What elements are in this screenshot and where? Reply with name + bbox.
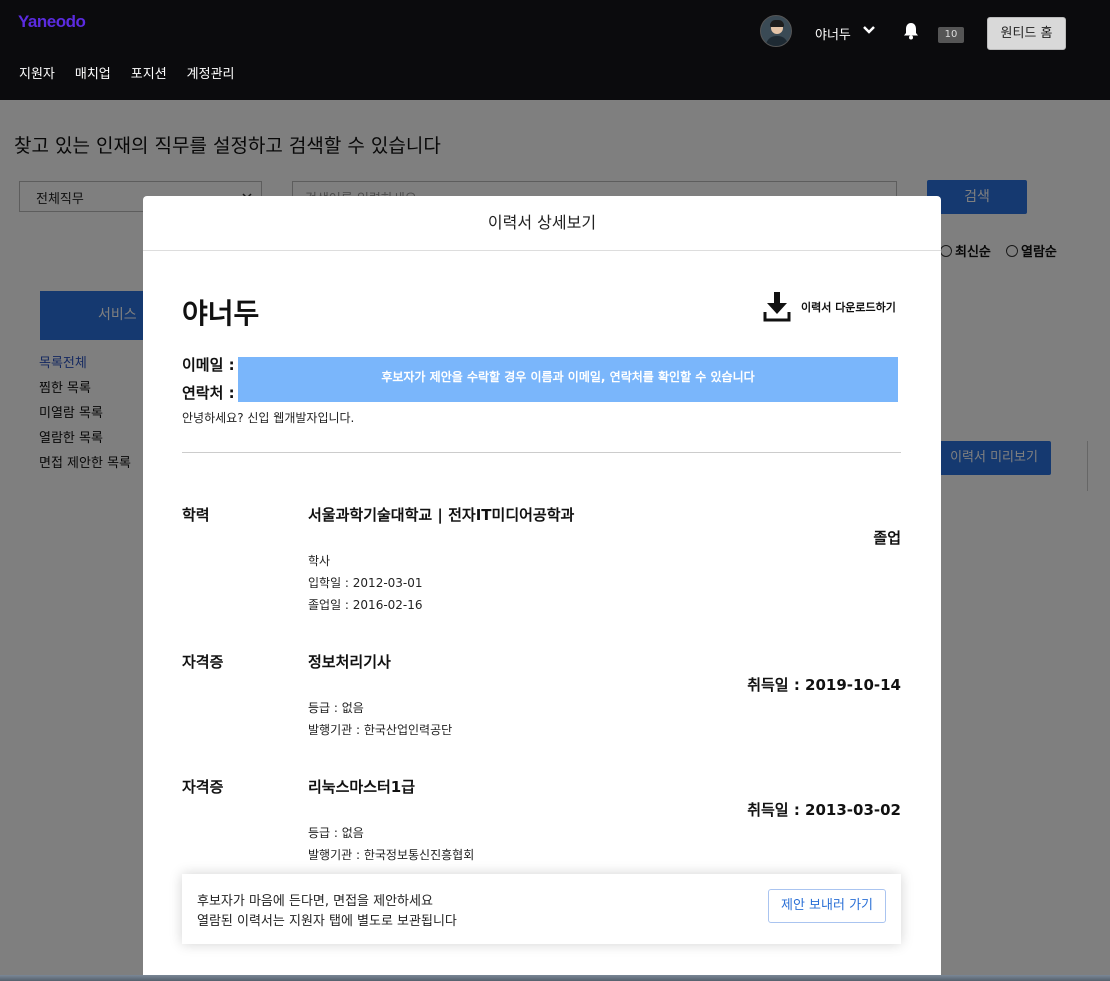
divider xyxy=(182,452,901,453)
education-status: 졸업 xyxy=(873,529,901,547)
top-nav: Yaneodo 지원자 매치업 포지션 계정관리 야너두 10 원티드 홈 xyxy=(0,0,1110,100)
resume-detail-modal: 이력서 상세보기 야너두 이력서 다운로드하기 이메일 : 연락처 : 후보자가… xyxy=(143,196,941,981)
phone-label: 연락처 : xyxy=(182,384,235,402)
candidate-intro: 안녕하세요? 신입 웹개발자입니다. xyxy=(182,411,355,425)
certificate-label: 자격증 xyxy=(182,778,224,796)
menu-item-applicants[interactable]: 지원자 xyxy=(19,63,55,82)
education-school: 서울과학기술대학교 | 전자IT미디어공학과 xyxy=(308,506,575,524)
send-offer-button[interactable]: 제안 보내러 가기 xyxy=(768,889,886,923)
education-degree: 학사 xyxy=(308,554,331,568)
download-icon[interactable] xyxy=(763,292,791,322)
certificate-label: 자격증 xyxy=(182,653,224,671)
cta-line-1: 후보자가 마음에 든다면, 면접을 제안하세요 xyxy=(197,894,433,909)
resume-download-button[interactable]: 이력서 다운로드하기 xyxy=(763,292,896,322)
modal-title: 이력서 상세보기 xyxy=(143,196,941,251)
notification-badge: 10 xyxy=(938,27,964,43)
taskbar xyxy=(0,975,1110,981)
menu-item-positions[interactable]: 포지션 xyxy=(131,63,167,82)
certificate-issuer: 발행기관 : 한국정보통신진흥협회 xyxy=(308,848,475,862)
email-label: 이메일 : xyxy=(182,356,235,374)
certificate-acquired-date: 취득일 : 2019-10-14 xyxy=(747,676,901,694)
user-name[interactable]: 야너두 xyxy=(815,24,851,43)
bell-icon[interactable] xyxy=(903,22,919,40)
candidate-name: 야너두 xyxy=(182,297,260,330)
menu-item-matchup[interactable]: 매치업 xyxy=(75,63,111,82)
certificate-grade: 등급 : 없음 xyxy=(308,826,364,840)
logo[interactable]: Yaneodo xyxy=(18,12,86,32)
cta-line-2: 열람된 이력서는 지원자 탭에 별도로 보관됩니다 xyxy=(197,914,457,929)
certificate-acquired-date: 취득일 : 2013-03-02 xyxy=(747,801,901,819)
download-label: 이력서 다운로드하기 xyxy=(801,301,896,314)
privacy-notice: 후보자가 제안을 수락할 경우 이름과 이메일, 연락처를 확인할 수 있습니다 xyxy=(238,357,898,402)
interview-offer-banner: 후보자가 마음에 든다면, 면접을 제안하세요 열람된 이력서는 지원자 탭에 … xyxy=(182,874,901,944)
education-admission-date: 입학일 : 2012-03-01 xyxy=(308,576,423,590)
certificate-grade: 등급 : 없음 xyxy=(308,701,364,715)
education-label: 학력 xyxy=(182,506,210,524)
certificate-name: 리눅스마스터1급 xyxy=(308,778,416,796)
chevron-down-icon[interactable] xyxy=(862,24,876,36)
certificate-name: 정보처리기사 xyxy=(308,653,391,671)
avatar[interactable] xyxy=(760,15,792,47)
certificate-issuer: 발행기관 : 한국산업인력공단 xyxy=(308,723,453,737)
menu-item-account[interactable]: 계정관리 xyxy=(187,63,235,82)
wanted-home-button[interactable]: 원티드 홈 xyxy=(987,17,1066,50)
main-menu: 지원자 매치업 포지션 계정관리 xyxy=(19,63,235,82)
education-graduation-date: 졸업일 : 2016-02-16 xyxy=(308,598,423,612)
